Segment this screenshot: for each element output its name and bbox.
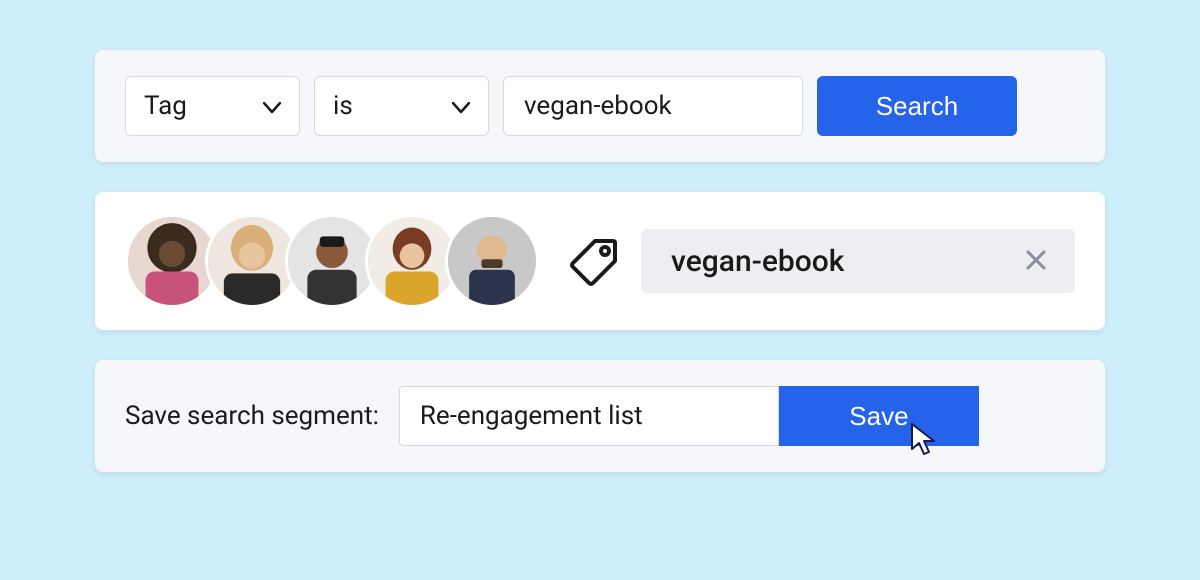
tag-chip: vegan-ebook — [641, 229, 1075, 293]
filter-bar: Tag is vegan-ebook Search — [95, 50, 1105, 162]
segment-name-value: Re-engagement list — [420, 401, 643, 431]
avatar — [445, 214, 539, 308]
filter-operator-value: is — [333, 91, 353, 121]
tag-icon — [569, 235, 621, 287]
chevron-down-icon — [452, 91, 470, 121]
save-button[interactable]: Save — [779, 386, 979, 446]
filter-value-text: vegan-ebook — [524, 91, 672, 121]
tag-chip-label: vegan-ebook — [671, 244, 1019, 279]
search-button[interactable]: Search — [817, 76, 1017, 136]
cursor-icon — [909, 421, 939, 464]
avatar-stack — [125, 214, 539, 308]
filter-field-dropdown[interactable]: Tag — [125, 76, 300, 136]
close-icon[interactable] — [1019, 245, 1053, 278]
segment-name-input[interactable]: Re-engagement list — [399, 386, 779, 446]
results-row: vegan-ebook — [95, 192, 1105, 330]
save-segment-label: Save search segment: — [125, 401, 379, 431]
chevron-down-icon — [263, 91, 281, 121]
save-segment-bar: Save search segment: Re-engagement list … — [95, 360, 1105, 472]
filter-value-input[interactable]: vegan-ebook — [503, 76, 803, 136]
search-button-label: Search — [876, 91, 958, 122]
filter-field-value: Tag — [144, 91, 187, 121]
save-button-label: Save — [849, 401, 908, 432]
filter-operator-dropdown[interactable]: is — [314, 76, 489, 136]
